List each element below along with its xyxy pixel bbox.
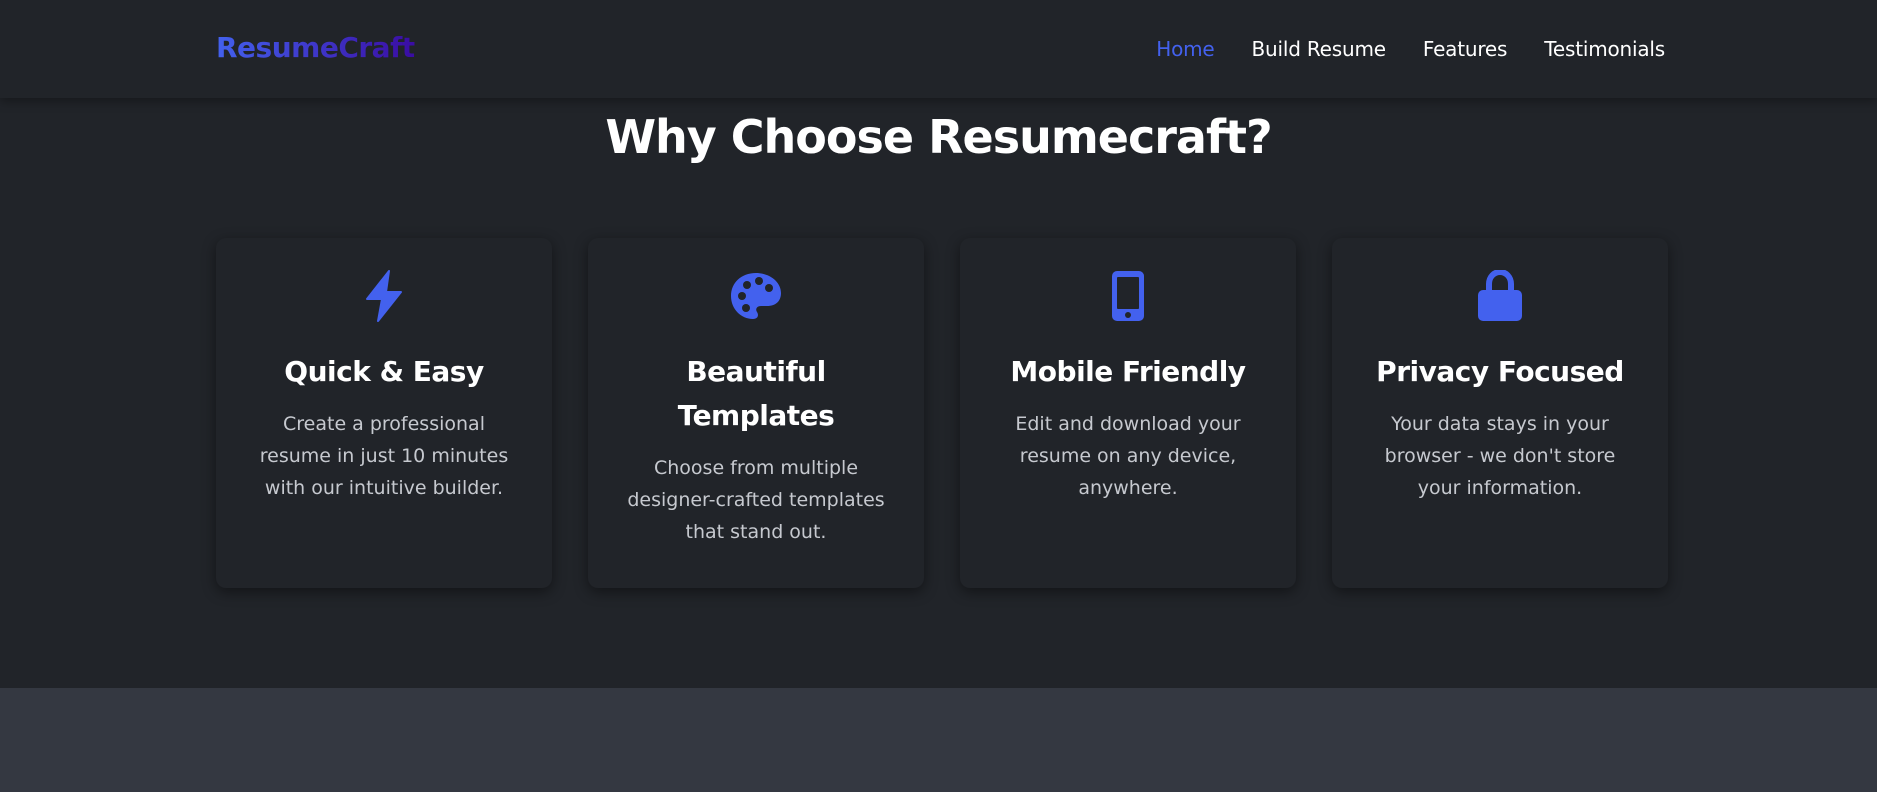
- feature-card-title: Quick & Easy: [284, 355, 484, 388]
- feature-card-beautiful-templates: Beautiful Templates Choose from multiple…: [588, 238, 924, 588]
- mobile-icon: [990, 268, 1266, 324]
- nav-link-build-resume[interactable]: Build Resume: [1252, 37, 1387, 61]
- feature-card-privacy-focused: Privacy Focused Your data stays in your …: [1332, 238, 1668, 588]
- section-title: Why Choose Resumecraft?: [605, 110, 1272, 164]
- feature-card-text: Edit and download your resume on any dev…: [1015, 413, 1241, 499]
- brand-logo[interactable]: ResumeCraft: [216, 31, 415, 64]
- feature-card-text: Your data stays in your browser - we don…: [1384, 413, 1616, 499]
- next-section-band: [0, 688, 1877, 792]
- feature-card-text: Choose from multiple designer-crafted te…: [627, 457, 885, 543]
- palette-icon: [618, 268, 894, 324]
- feature-card-title: Beautiful Templates: [677, 355, 835, 432]
- feature-card-text: Create a professional resume in just 10 …: [259, 413, 509, 499]
- lock-icon: [1362, 268, 1638, 324]
- navbar: ResumeCraft Home Build Resume Features T…: [0, 0, 1877, 98]
- feature-cards: Quick & Easy Create a professional resum…: [216, 238, 1668, 588]
- nav-link-features[interactable]: Features: [1423, 37, 1508, 61]
- features-section: Why Choose Resumecraft? Quick & Easy Cre…: [0, 98, 1877, 688]
- bolt-icon: [246, 268, 522, 324]
- feature-card-title: Mobile Friendly: [1010, 355, 1246, 388]
- nav-link-home[interactable]: Home: [1156, 37, 1214, 61]
- feature-card-mobile-friendly: Mobile Friendly Edit and download your r…: [960, 238, 1296, 588]
- nav-links: Home Build Resume Features Testimonials: [1156, 37, 1665, 61]
- feature-card-quick-easy: Quick & Easy Create a professional resum…: [216, 238, 552, 588]
- nav-link-testimonials[interactable]: Testimonials: [1544, 37, 1665, 61]
- feature-card-title: Privacy Focused: [1376, 355, 1624, 388]
